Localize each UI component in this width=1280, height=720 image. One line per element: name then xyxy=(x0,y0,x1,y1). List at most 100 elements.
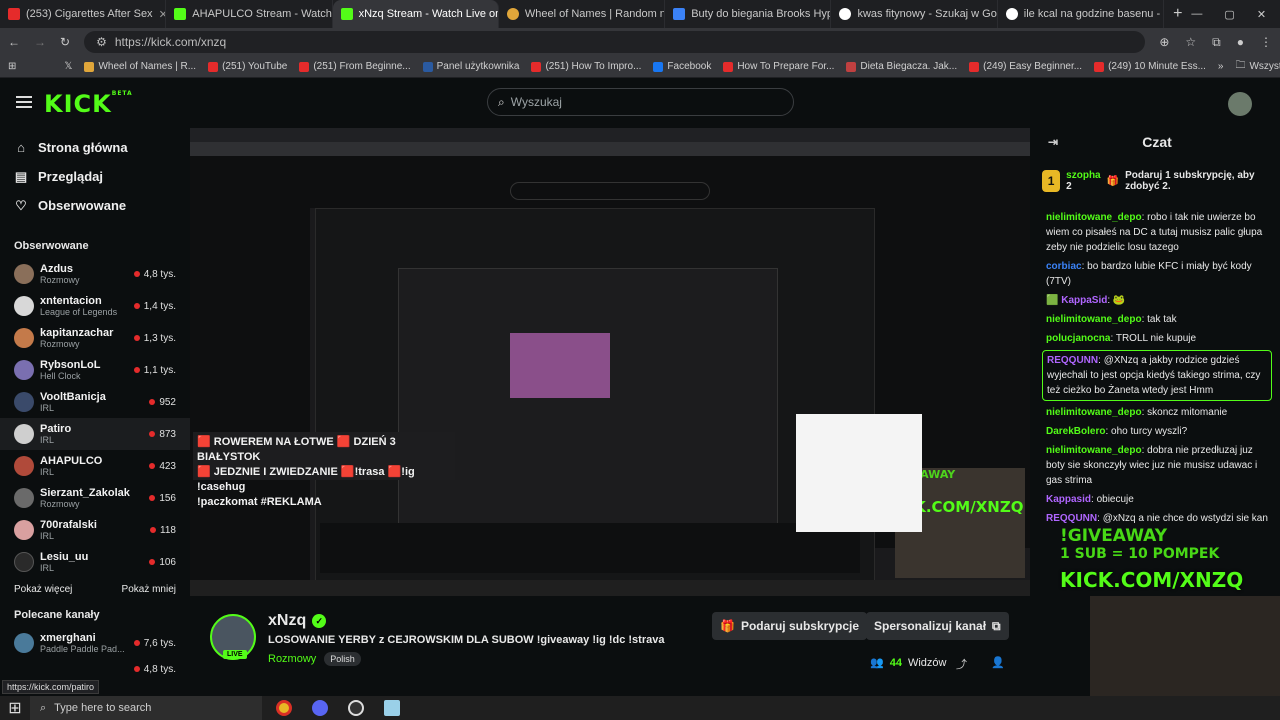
browser-tab[interactable]: Buty do biegania Brooks Hyper✕ xyxy=(665,0,832,28)
promo-banner: 🟥 ROWEREM NA ŁOTWE 🟥 DZIEŃ 3 BIAŁYSTOK 🟥… xyxy=(193,432,455,508)
bookmark-item[interactable]: Facebook xyxy=(653,61,711,72)
wheel-icon xyxy=(506,8,519,20)
followed-channel[interactable]: AHAPULCO IRL 423 xyxy=(0,450,190,482)
bookmark-item[interactable]: (249) Easy Beginner... xyxy=(969,61,1082,72)
bookmark-item[interactable]: Dieta Biegacza. Jak... xyxy=(846,61,957,72)
follow-user-icon[interactable]: 👤 xyxy=(991,656,1005,672)
minimize-icon[interactable]: — xyxy=(1191,8,1202,21)
browser-tab[interactable]: ile kcal na godzine basenu - Sz✕ xyxy=(998,0,1165,28)
kick-logo[interactable]: KICKBETA xyxy=(44,90,133,118)
user-avatar[interactable] xyxy=(1228,92,1252,116)
more-bookmarks-icon[interactable]: » xyxy=(1218,61,1224,72)
taskbar-search[interactable]: ⌕ Type here to search xyxy=(30,696,262,720)
new-tab-button[interactable]: + xyxy=(1164,5,1191,23)
chat-message: DarekBolero: oho turcy wyszli? xyxy=(1046,426,1188,437)
all-bookmarks[interactable]: 🗀Wszystkie zakładki xyxy=(1235,58,1280,75)
nav-home[interactable]: ⌂ Strona główna xyxy=(0,133,190,162)
nested-stream-info xyxy=(320,523,860,573)
followed-channel[interactable]: 700rafalski IRL 118 xyxy=(0,514,190,546)
followed-channel[interactable]: kapitanzachar Rozmowy 1,3 tys. xyxy=(0,322,190,354)
followed-channel[interactable]: Lesiu_uu IRL 106 xyxy=(0,546,190,578)
avatar xyxy=(14,488,34,508)
site-info-icon[interactable]: ⚙ xyxy=(96,35,107,49)
live-dot-icon xyxy=(133,335,140,341)
avatar xyxy=(14,552,34,572)
maximize-icon[interactable]: ▢ xyxy=(1224,8,1234,21)
n-icon xyxy=(422,61,433,72)
google-icon xyxy=(1005,8,1018,20)
collapse-chat-icon[interactable]: ⇥ xyxy=(1048,135,1058,149)
home-icon: ⌂ xyxy=(17,140,25,155)
menu-icon[interactable]: ⋮ xyxy=(1260,35,1272,50)
youtube-icon xyxy=(208,61,219,72)
pinned-gift-message: 1 szopha 2 🎁 Podaruj 1 subskrypcję, aby z… xyxy=(1042,162,1272,200)
youtube-icon xyxy=(969,61,980,72)
gift-icon: 🎁 xyxy=(1106,175,1120,187)
zoom-icon[interactable]: ⊕ xyxy=(1159,35,1169,50)
close-icon[interactable]: ✕ xyxy=(159,8,166,21)
show-more-button[interactable]: Pokaż więcej xyxy=(14,584,72,595)
chat-message: nielimitowane_depo: tak tak xyxy=(1046,314,1177,325)
app-icon[interactable] xyxy=(384,700,400,716)
bookmark-item[interactable]: How To Prepare For... xyxy=(723,61,834,72)
apps-icon[interactable]: ⊞ xyxy=(8,61,16,72)
nested-tab-bar xyxy=(190,128,1030,142)
close-window-icon[interactable]: ✕ xyxy=(1257,8,1266,21)
browser-tab[interactable]: Wheel of Names | Random nam✕ xyxy=(499,0,666,28)
followed-channel[interactable]: Sierzant_Zakolak Rozmowy 156 xyxy=(0,482,190,514)
chat-header: ⇥ Czat xyxy=(1048,134,1172,150)
browser-tab[interactable]: (253) Cigarettes After Sex✕ xyxy=(0,0,167,28)
browser-tab-active[interactable]: xNzq Stream - Watch Live on K✕ xyxy=(332,0,499,28)
followed-channel[interactable]: Azdus Rozmowy 4,8 tys. xyxy=(0,258,190,290)
followed-channel[interactable]: RybsonLoL Hell Clock 1,1 tys. xyxy=(0,354,190,386)
followed-channel[interactable]: VooltBanicja IRL 952 xyxy=(0,386,190,418)
language-tag[interactable]: Polish xyxy=(324,652,361,666)
external-link-icon: ⧉ xyxy=(992,618,1001,633)
bookmark-item[interactable]: (251) YouTube xyxy=(208,61,287,72)
wheel-icon xyxy=(84,61,95,72)
chat-message: corbiac: bo bardzo lubie KFC i miały być… xyxy=(1046,261,1252,287)
live-badge: LIVE xyxy=(223,650,247,659)
windows-start-icon[interactable]: ⊞ xyxy=(0,698,30,718)
bookmark-item[interactable]: (249) 10 Minute Ess... xyxy=(1094,61,1206,72)
bookmark-item[interactable]: (251) From Beginne... xyxy=(299,61,411,72)
nav-browse[interactable]: ▤ Przeglądaj xyxy=(0,162,190,191)
chat-message: nielimitowane_depo: robo i tak nie uwier… xyxy=(1046,212,1263,253)
url-field[interactable]: ⚙ https://kick.com/xnzq xyxy=(84,31,1146,53)
gift-subs-button[interactable]: 🎁 Podaruj subskrypcje xyxy=(712,612,867,640)
recommended-channel[interactable]: xmerghani Paddle Paddle Pad... 7,6 tys. xyxy=(0,627,190,659)
obs-icon[interactable] xyxy=(348,700,364,716)
show-less-button[interactable]: Pokaż mniej xyxy=(122,584,176,595)
stream-category[interactable]: Rozmowy xyxy=(268,653,316,665)
back-icon[interactable]: ← xyxy=(8,35,20,49)
forward-icon[interactable]: → xyxy=(34,35,46,49)
customize-channel-button[interactable]: Spersonalizuj kanał ⧉ xyxy=(866,612,1009,640)
followed-channel[interactable]: Patiro IRL 873 xyxy=(0,418,190,450)
overlay-url-large: KICK.COM/XNZQ xyxy=(1060,568,1244,592)
browser-tab[interactable]: kwas fitynowy - Szukaj w Goog✕ xyxy=(831,0,998,28)
extensions-icon[interactable]: ⧉ xyxy=(1212,35,1221,50)
profile-icon[interactable]: ● xyxy=(1237,35,1244,50)
reload-icon[interactable]: ↻ xyxy=(60,35,70,49)
x-icon[interactable]: 𝕏 xyxy=(64,61,72,72)
taskbar-apps xyxy=(276,700,400,716)
search-input[interactable]: ⌕ Wyszukaj xyxy=(487,88,794,116)
followed-channel[interactable]: xntentacion League of Legends 1,4 tys. xyxy=(0,290,190,322)
bookmark-item[interactable]: Panel użytkownika xyxy=(422,61,519,72)
streamer-name[interactable]: xNzq ✓ xyxy=(268,612,327,630)
kick-icon xyxy=(340,8,353,20)
heart-icon: ♡ xyxy=(15,197,27,213)
recommended-channel[interactable]: 4,8 tys. xyxy=(0,659,190,679)
browser-tab-bar: (253) Cigarettes After Sex✕ AHAPULCO Str… xyxy=(0,0,1280,28)
shoe-icon xyxy=(673,8,686,20)
discord-icon[interactable] xyxy=(312,700,328,716)
share-icon[interactable]: ⤴ xyxy=(956,656,967,672)
chat-message: nielimitowane_depo: dobra nie przedłuzaj… xyxy=(1046,445,1258,486)
nav-following[interactable]: ♡ Obserwowane xyxy=(0,191,190,220)
bookmark-star-icon[interactable]: ☆ xyxy=(1185,35,1196,50)
hamburger-menu-icon[interactable] xyxy=(16,96,32,108)
bookmark-item[interactable]: Wheel of Names | R... xyxy=(84,61,196,72)
chrome-icon[interactable] xyxy=(276,700,292,716)
bookmark-item[interactable]: (251) How To Impro... xyxy=(531,61,641,72)
browser-tab[interactable]: AHAPULCO Stream - Watch Liv✕ xyxy=(166,0,333,28)
